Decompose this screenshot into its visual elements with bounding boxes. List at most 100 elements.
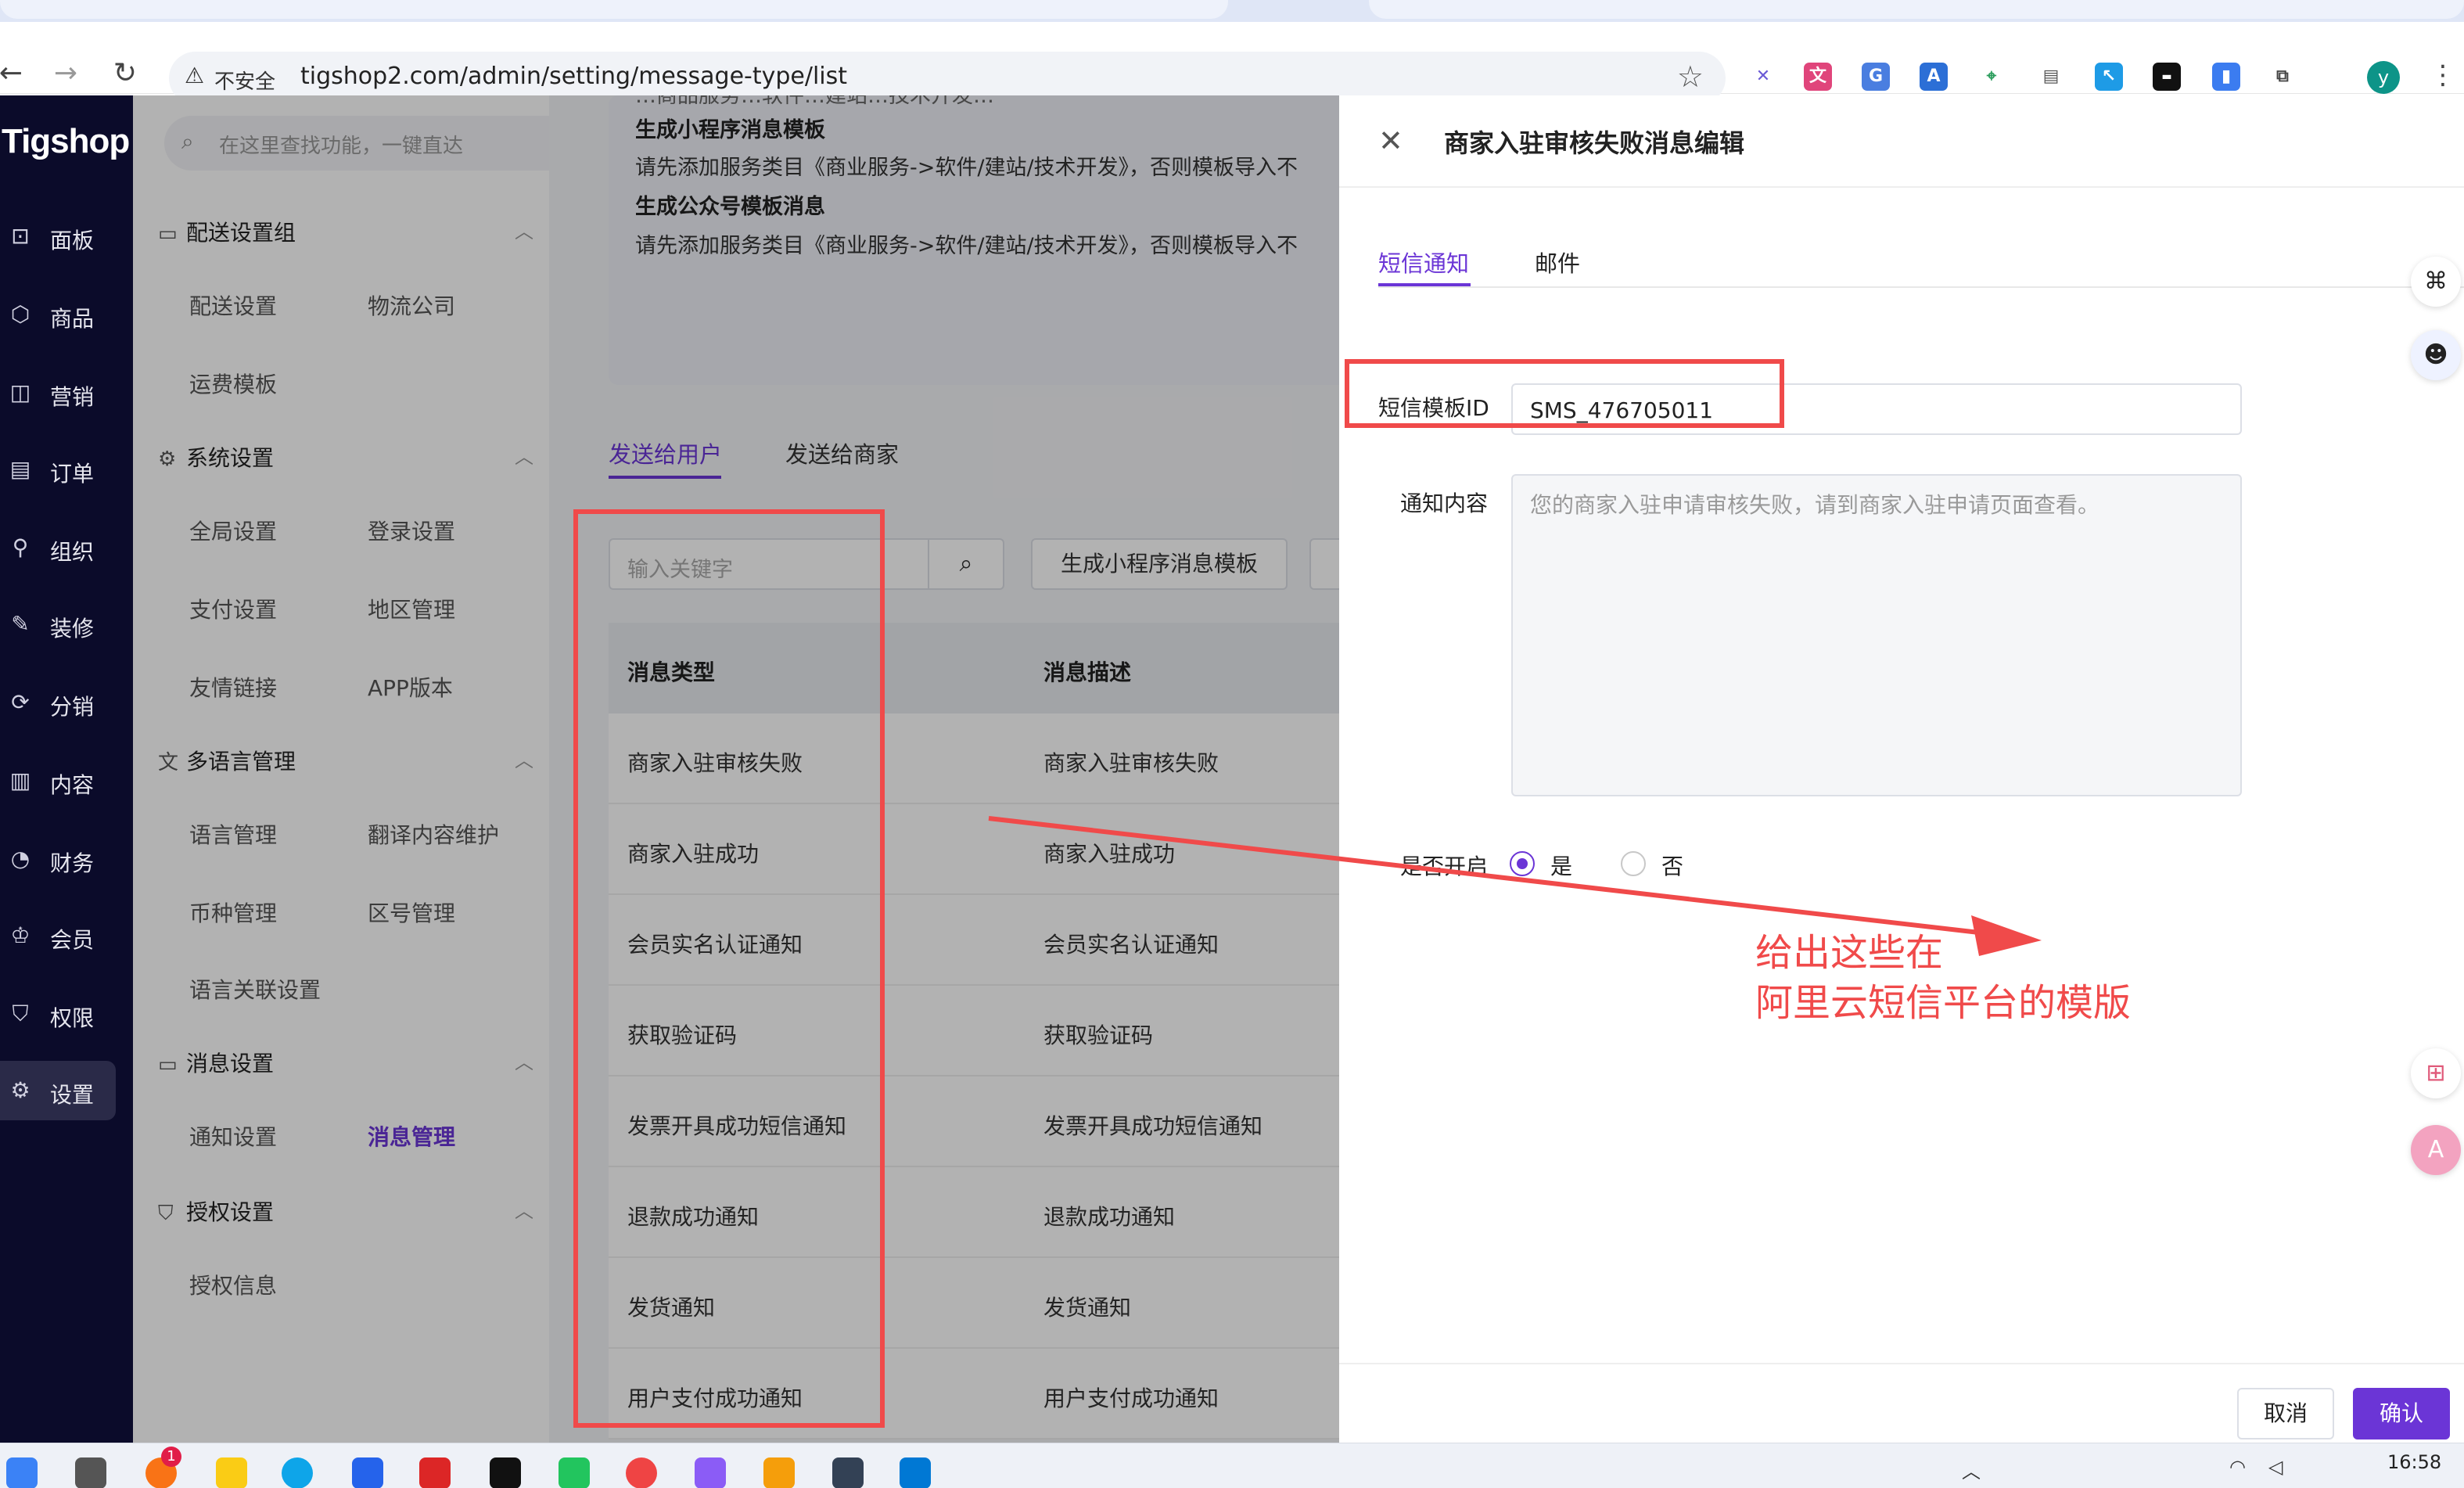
content-textarea[interactable]: 您的商家入驻申请审核失败，请到商家入驻申请页面查看。 xyxy=(1511,474,2242,796)
nav-item-marketing[interactable]: ◫ 营销 xyxy=(0,363,116,422)
reload-icon[interactable]: ↻ xyxy=(108,56,142,91)
group-delivery[interactable]: ▭ 配送设置组 ︿ xyxy=(158,216,533,247)
google-translate-icon[interactable]: G xyxy=(1862,63,1890,91)
table-row[interactable]: 退款成功通知 退款成功通知 xyxy=(609,1167,1339,1258)
table-row[interactable]: 用户支付成功通知 用户支付成功通知 xyxy=(609,1349,1339,1439)
subnav-item[interactable]: 友情链接 xyxy=(189,671,277,703)
extension-icon[interactable]: ✕ xyxy=(1749,63,1777,91)
translate-float-icon[interactable]: A xyxy=(2411,1125,2461,1175)
subnav-item[interactable]: 地区管理 xyxy=(368,593,455,624)
media-extension-icon[interactable]: ▬ xyxy=(2153,63,2181,91)
nav-item-orders[interactable]: ▤ 订单 xyxy=(0,440,116,499)
megaphone-icon: ◫ xyxy=(9,379,31,405)
subnav-item[interactable]: 通知设置 xyxy=(189,1120,277,1152)
folder-icon[interactable] xyxy=(216,1457,247,1488)
back-icon[interactable]: ← xyxy=(0,56,28,91)
table-row[interactable]: 商家入驻审核失败 商家入驻审核失败 xyxy=(609,713,1339,804)
table-row[interactable]: 商家入驻成功 商家入驻成功 xyxy=(609,804,1339,895)
subnav-item[interactable]: 币种管理 xyxy=(189,897,277,928)
subnav-item[interactable]: 语言关联设置 xyxy=(189,973,321,1005)
generate-mini-template-button[interactable]: 生成小程序消息模板 xyxy=(1031,538,1288,590)
forward-icon[interactable]: → xyxy=(48,56,83,91)
nav-item-dashboard[interactable]: ⊡ 面板 xyxy=(0,207,116,266)
assistant-icon[interactable]: ☻ xyxy=(2411,330,2461,380)
tab-sms[interactable]: 短信通知 xyxy=(1378,246,1469,279)
terminal-icon[interactable] xyxy=(832,1457,864,1488)
tab-send-to-user[interactable]: 发送给用户 xyxy=(609,437,722,469)
table-row[interactable]: 会员实名认证通知 会员实名认证通知 xyxy=(609,895,1339,986)
subnav-item-active[interactable]: 消息管理 xyxy=(368,1120,455,1152)
edge-icon[interactable] xyxy=(282,1457,313,1488)
confirm-button[interactable]: 确认 xyxy=(2353,1388,2450,1439)
nav-item-decoration[interactable]: ✎ 装修 xyxy=(0,595,116,654)
subnav-item[interactable]: 翻译内容维护 xyxy=(368,818,499,850)
nav-item-org[interactable]: ⚲ 组织 xyxy=(0,518,116,577)
translate-extension-icon[interactable]: 文 xyxy=(1804,63,1832,91)
nav-item-settings[interactable]: ⚙ 设置 xyxy=(0,1061,116,1120)
nav-item-distribution[interactable]: ⟳ 分销 xyxy=(0,673,116,732)
table-row[interactable]: 获取验证码 获取验证码 xyxy=(609,986,1339,1076)
group-system[interactable]: ⚙ 系统设置 ︿ xyxy=(158,441,533,473)
subnav-item[interactable]: APP版本 xyxy=(368,671,453,703)
task-view-icon[interactable] xyxy=(75,1457,106,1488)
template-id-input[interactable]: SMS_476705011 xyxy=(1511,383,2242,435)
radio-no[interactable] xyxy=(1621,851,1646,876)
subnav-item[interactable]: 区号管理 xyxy=(368,897,455,928)
wifi-icon[interactable]: ◠ xyxy=(2229,1456,2246,1478)
stats-extension-icon[interactable]: ▮ xyxy=(2212,63,2240,91)
nav-item-products[interactable]: ⬡ 商品 xyxy=(0,285,116,344)
app-icon[interactable] xyxy=(695,1457,726,1488)
wechat-icon[interactable] xyxy=(559,1457,590,1488)
document-icon[interactable]: ▤ xyxy=(2037,63,2065,91)
tab-email[interactable]: 邮件 xyxy=(1535,246,1580,279)
store-icon[interactable] xyxy=(352,1457,383,1488)
radio-yes-label[interactable]: 是 xyxy=(1550,850,1572,881)
close-icon[interactable]: ✕ xyxy=(1378,124,1403,158)
browser-tab[interactable] xyxy=(0,0,1228,19)
puzzle-icon[interactable]: ⧉ xyxy=(2268,63,2297,91)
cursor-extension-icon[interactable]: ↖ xyxy=(2095,63,2123,91)
cancel-button[interactable]: 取消 xyxy=(2237,1388,2334,1439)
table-row[interactable]: 发货通知 发货通知 xyxy=(609,1258,1339,1349)
bookmark-star-icon[interactable]: ☆ xyxy=(1677,59,1704,94)
table-row[interactable]: 发票开具成功短信通知 发票开具成功短信通知 xyxy=(609,1076,1339,1167)
apps-icon[interactable]: ⌘ xyxy=(2411,257,2461,307)
subnav-item[interactable]: 物流公司 xyxy=(368,289,455,321)
search-button[interactable]: ⌕ xyxy=(928,538,1004,590)
subnav-item[interactable]: 配送设置 xyxy=(189,289,277,321)
radio-no-label[interactable]: 否 xyxy=(1661,850,1683,881)
menu-kebab-icon[interactable]: ⋮ xyxy=(2430,59,2456,91)
location-pin-icon[interactable]: ⌖ xyxy=(1977,63,2006,91)
group-message[interactable]: ▭ 消息设置 ︿ xyxy=(158,1047,533,1078)
subnav-item[interactable]: 运费模板 xyxy=(189,368,277,399)
clock[interactable]: 16:58 xyxy=(2387,1451,2441,1473)
translator-icon[interactable]: A xyxy=(1920,63,1948,91)
tray-chevron-icon[interactable]: ︿ xyxy=(1962,1456,1981,1483)
nav-item-finance[interactable]: ◔ 财务 xyxy=(0,829,116,889)
start-icon[interactable] xyxy=(6,1457,38,1488)
profile-avatar[interactable]: y xyxy=(2367,61,2400,94)
vscode-icon[interactable] xyxy=(900,1457,931,1488)
intellij-icon[interactable] xyxy=(490,1457,521,1488)
chrome-icon[interactable] xyxy=(626,1457,657,1488)
subnav-item[interactable]: 支付设置 xyxy=(189,593,277,624)
subnav-item[interactable]: 语言管理 xyxy=(189,818,277,850)
url-text[interactable]: tigshop2.com/admin/setting/message-type/… xyxy=(300,63,847,90)
group-license[interactable]: ⛉ 授权设置 ︿ xyxy=(158,1195,533,1227)
add-widget-icon[interactable]: ⊞ xyxy=(2411,1048,2461,1098)
nav-item-permissions[interactable]: ⛉ 权限 xyxy=(0,984,116,1044)
subnav-item[interactable]: 授权信息 xyxy=(189,1269,277,1300)
radio-yes[interactable] xyxy=(1510,851,1535,876)
nav-item-content[interactable]: ▥ 内容 xyxy=(0,751,116,810)
tab-send-to-merchant[interactable]: 发送给商家 xyxy=(785,437,899,469)
volume-icon[interactable]: ◁ xyxy=(2268,1456,2283,1478)
subnav-item[interactable]: 登录设置 xyxy=(368,515,455,546)
nav-item-members[interactable]: ♔ 会员 xyxy=(0,906,116,965)
browser-tab[interactable] xyxy=(1369,0,2464,19)
wps-icon[interactable] xyxy=(419,1457,451,1488)
keyword-input[interactable]: 输入关键字 xyxy=(609,538,928,590)
group-multilang[interactable]: 文多语言管理 ︿ xyxy=(158,745,533,776)
app-icon[interactable] xyxy=(763,1457,795,1488)
subnav-item[interactable]: 全局设置 xyxy=(189,515,277,546)
generate-mp-template-button[interactable] xyxy=(1309,538,1339,590)
